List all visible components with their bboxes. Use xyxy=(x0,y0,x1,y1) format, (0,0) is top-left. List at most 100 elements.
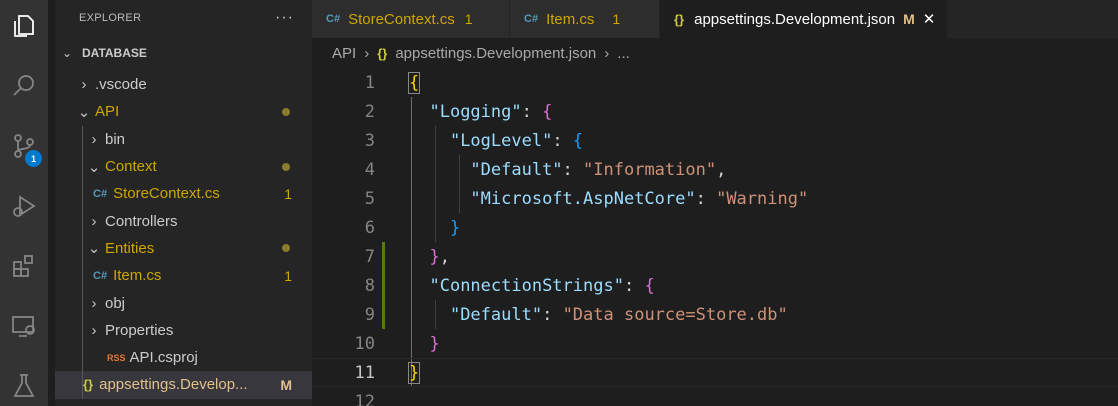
line-number: 12 xyxy=(354,391,375,406)
tab-appsettings[interactable]: {} appsettings.Development.json M ✕ xyxy=(660,0,949,38)
tab-label: appsettings.Development.json xyxy=(694,10,896,28)
more-actions-icon[interactable]: ··· xyxy=(275,9,294,27)
code-text: "Default": "Information", xyxy=(470,159,727,180)
chevron-down-icon: ⌄ xyxy=(62,46,73,60)
breadcrumb-folder[interactable]: API xyxy=(332,45,356,62)
indent-guide xyxy=(82,262,83,290)
code-text: }, xyxy=(429,246,450,267)
code-line: 6 } xyxy=(312,213,1118,242)
modified-dot-icon xyxy=(282,244,290,253)
problem-count: 1 xyxy=(284,185,292,202)
tree-item-entities[interactable]: ⌄ Entities xyxy=(55,234,312,263)
breadcrumb-file[interactable]: appsettings.Development.json xyxy=(395,45,596,62)
git-modified-marker xyxy=(382,300,385,329)
breadcrumb-more[interactable]: ... xyxy=(617,45,630,62)
workspace-section[interactable]: ⌄ DATABASE xyxy=(55,35,312,71)
line-number: 8 xyxy=(364,275,375,296)
explorer-title: EXPLORER xyxy=(79,11,142,24)
breadcrumb: API › {} appsettings.Development.json › … xyxy=(312,38,1118,68)
tab-item-cs[interactable]: C# Item.cs 1 xyxy=(510,0,660,38)
line-number: 1 xyxy=(364,72,375,93)
modified-dot-icon xyxy=(282,107,290,116)
problem-count: 1 xyxy=(464,11,473,27)
json-file-icon: {} xyxy=(377,45,388,61)
code-text: } xyxy=(449,217,461,238)
tree-item-api[interactable]: ⌄ API xyxy=(55,98,312,125)
tree-item-label: Controllers xyxy=(105,212,178,230)
code-text: "LogLevel": { xyxy=(449,130,584,151)
indent-guide xyxy=(82,207,83,235)
code-text: } xyxy=(429,333,440,354)
tree-item-label: obj xyxy=(105,294,126,312)
tree-item-context[interactable]: ⌄ Context xyxy=(55,152,312,181)
modified-flag: M xyxy=(903,11,915,27)
tree-item-label: Context xyxy=(105,158,157,176)
modified-dot-icon xyxy=(282,162,290,171)
csharp-file-icon: C# xyxy=(93,187,108,200)
indent-guide xyxy=(82,234,83,263)
json-file-icon: {} xyxy=(674,11,685,27)
activity-bar: 1 xyxy=(0,0,48,406)
git-modified-marker xyxy=(382,242,385,271)
testing-icon[interactable] xyxy=(0,362,48,406)
search-icon[interactable] xyxy=(0,62,48,110)
code-text: "ConnectionStrings": { xyxy=(429,275,655,296)
code-line: 10 } xyxy=(312,329,1118,358)
tree-item-bin[interactable]: › bin xyxy=(55,125,312,153)
chevron-right-icon: › xyxy=(91,321,97,339)
indent-guide xyxy=(82,343,83,372)
chevron-right-icon: › xyxy=(81,76,87,94)
source-control-icon[interactable]: 1 xyxy=(0,122,48,170)
code-line: 8 "ConnectionStrings": { xyxy=(312,271,1118,300)
line-number: 2 xyxy=(364,101,375,122)
tree-item-appsettings[interactable]: {} appsettings.Develop... M xyxy=(55,371,312,399)
code-line: 3 "LogLevel": { xyxy=(312,126,1118,155)
code-text: "Microsoft.AspNetCore": "Warning" xyxy=(470,188,809,209)
chevron-down-icon: ⌄ xyxy=(77,103,91,121)
tab-label: StoreContext.cs xyxy=(348,10,455,28)
tree-item-obj[interactable]: › obj xyxy=(55,289,312,317)
json-file-icon: {} xyxy=(83,377,94,393)
tree-item-label: StoreContext.cs xyxy=(113,185,220,203)
tree-item-vscode[interactable]: › .vscode xyxy=(55,71,312,98)
code-editor[interactable]: 1 { 2 "Logging": { 3 "LogLevel": { 4 "De… xyxy=(312,68,1118,406)
run-debug-icon[interactable] xyxy=(0,182,48,230)
tree-item-label: Properties xyxy=(105,321,174,339)
indent-guide xyxy=(82,152,83,181)
line-number: 6 xyxy=(364,217,375,238)
chevron-right-icon: › xyxy=(604,44,610,62)
tree-item-storecontext[interactable]: C# StoreContext.cs 1 xyxy=(55,180,312,208)
chevron-right-icon: › xyxy=(91,212,97,230)
csharp-file-icon: C# xyxy=(326,13,341,25)
csharp-file-icon: C# xyxy=(93,269,108,282)
git-modified-marker xyxy=(382,271,385,300)
code-text: { xyxy=(407,71,421,94)
close-icon[interactable]: ✕ xyxy=(923,10,936,28)
remote-explorer-icon[interactable] xyxy=(0,302,48,350)
chevron-right-icon: › xyxy=(364,44,370,62)
extensions-icon[interactable] xyxy=(0,242,48,290)
tree-item-item-cs[interactable]: C# Item.cs 1 xyxy=(55,262,312,290)
problem-count: 1 xyxy=(612,11,621,27)
explorer-icon[interactable] xyxy=(0,2,48,50)
tree-item-properties[interactable]: › Properties xyxy=(55,316,312,344)
line-number: 9 xyxy=(364,304,375,325)
code-line: 1 { xyxy=(312,68,1118,97)
tab-label: Item.cs xyxy=(546,10,595,28)
chevron-down-icon: ⌄ xyxy=(87,158,101,176)
tree-item-csproj[interactable]: RSS API.csproj xyxy=(55,343,312,372)
code-text: "Logging": { xyxy=(429,101,553,122)
modified-flag: M xyxy=(280,376,292,393)
chevron-down-icon: ⌄ xyxy=(87,240,101,258)
tab-storecontext[interactable]: C# StoreContext.cs 1 xyxy=(312,0,510,38)
indent-guide xyxy=(82,180,83,208)
indent-guide xyxy=(82,316,83,344)
tree-item-label: API xyxy=(95,103,120,121)
workspace-name: DATABASE xyxy=(82,46,147,60)
tree-item-controllers[interactable]: › Controllers xyxy=(55,207,312,235)
code-line-current: 11 } xyxy=(312,358,1118,387)
csharp-file-icon: C# xyxy=(524,13,539,25)
rss-icon: RSS xyxy=(107,352,126,363)
indent-guide xyxy=(82,289,83,317)
code-text: "Default": "Data source=Store.db" xyxy=(449,304,788,325)
